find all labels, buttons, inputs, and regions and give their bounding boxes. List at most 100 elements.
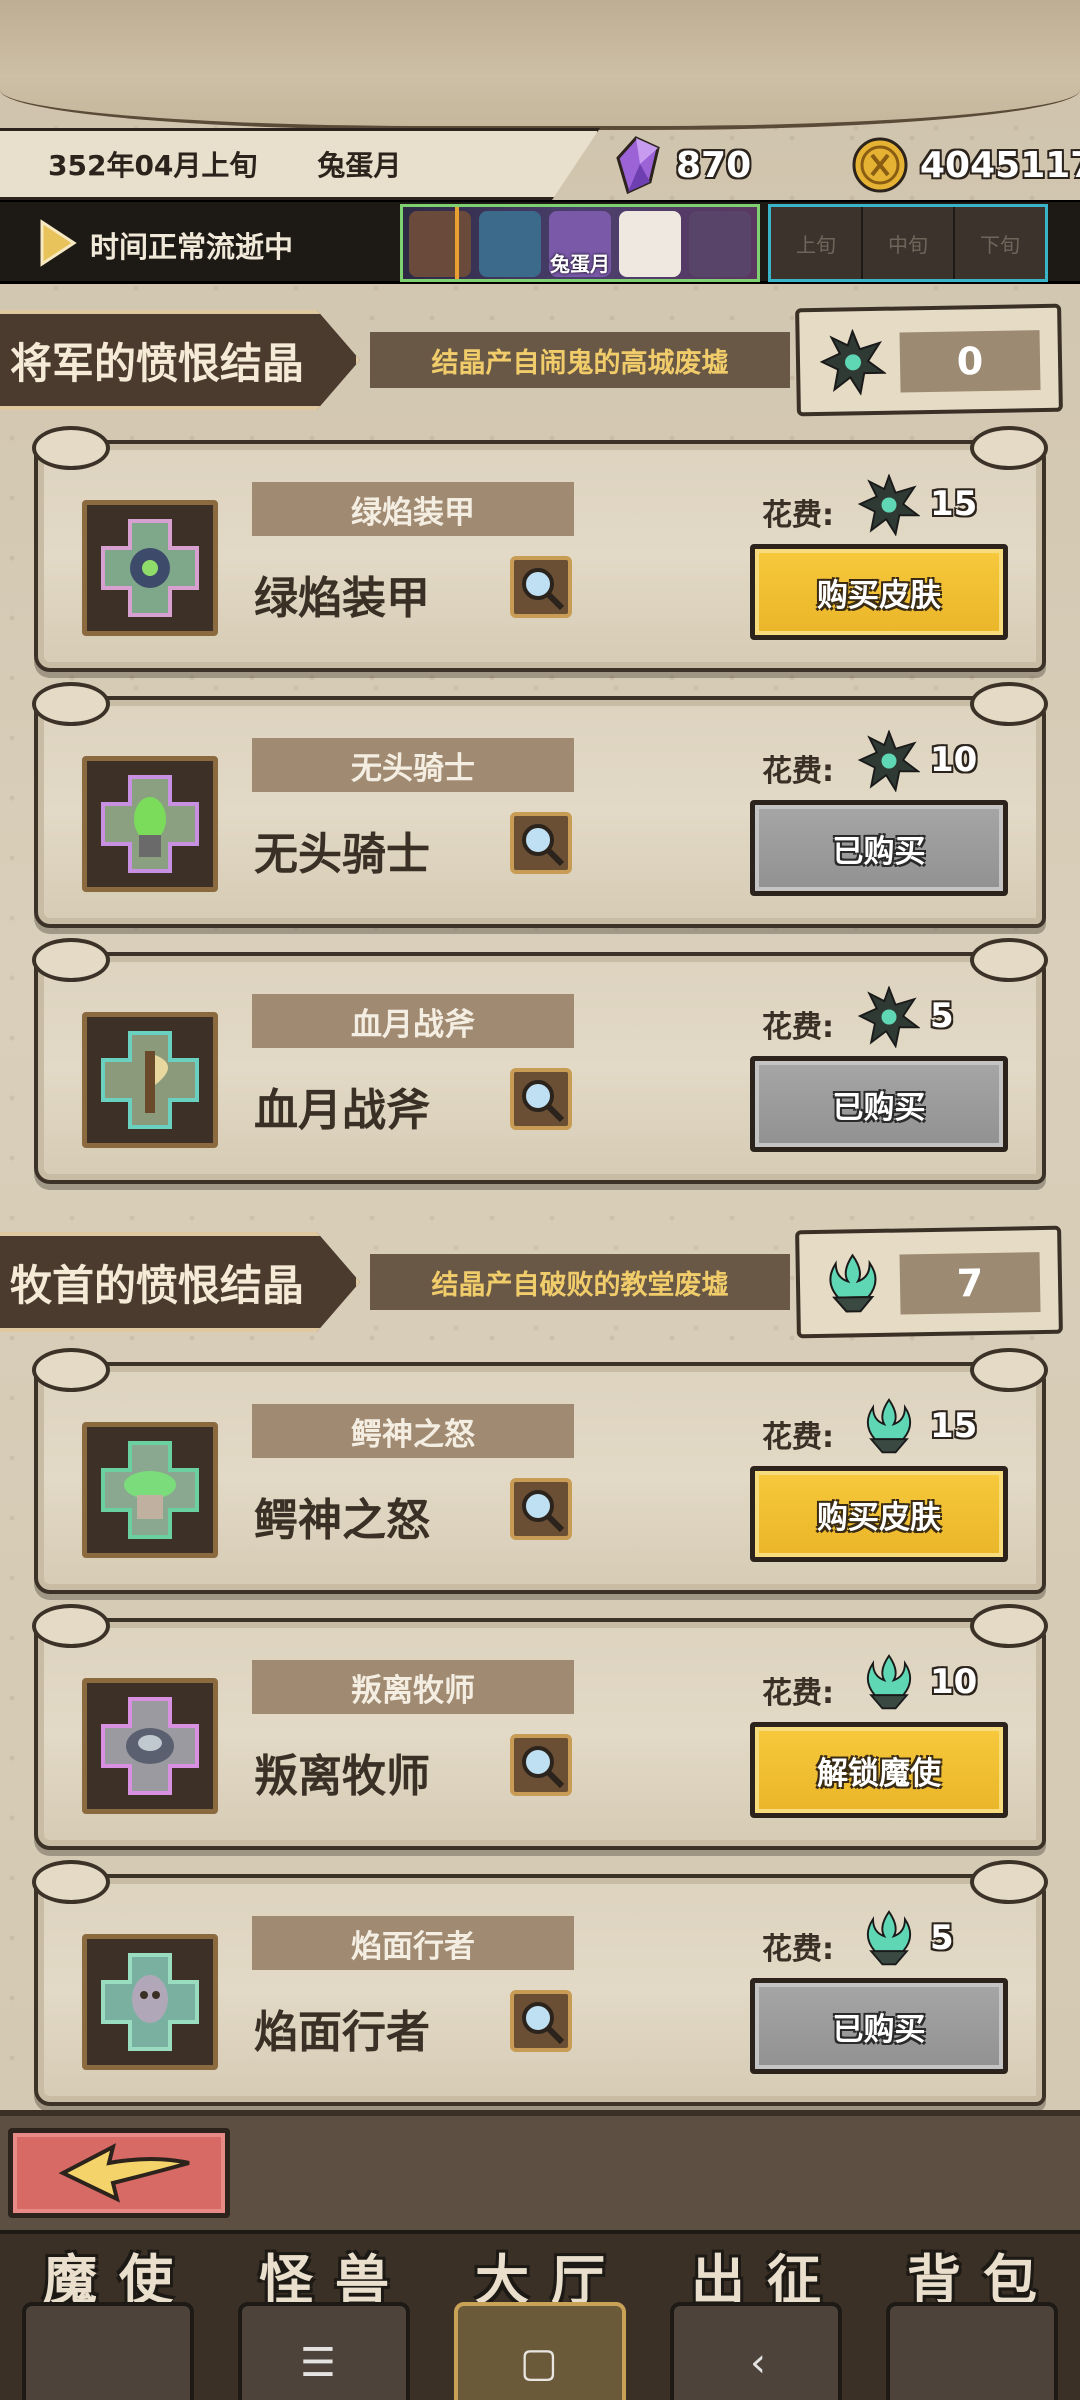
shop-page: 352年04月上旬 兔蛋月 870 4045117 时间正常流逝中 兔蛋月 上旬… — [0, 0, 1080, 2400]
item-name: 血月战斧 — [254, 1085, 430, 1136]
nav-tab-expedition[interactable]: 出征 — [648, 2234, 864, 2400]
purchased-button[interactable]: 已购买 — [750, 800, 1008, 896]
date-text: 352年04月上旬 — [48, 149, 258, 182]
item-badge: 鳄神之怒 — [252, 1404, 574, 1458]
crystal-balance: 7 — [795, 1225, 1063, 1339]
section-patriarch-crystal: 牧首的愤恨结晶 结晶产自破败的教堂废墟 7 — [0, 1222, 1080, 1342]
period-late[interactable]: 下旬 — [955, 207, 1045, 279]
crocodile-wrath-icon — [101, 1441, 199, 1539]
section-subtitle: 结晶产自闹鬼的高城废墟 — [370, 332, 790, 388]
period-middle[interactable]: 中旬 — [863, 207, 955, 279]
preview-button[interactable] — [510, 1734, 572, 1796]
item-name: 叛离牧师 — [254, 1751, 430, 1802]
teal-flame-crystal-icon — [866, 1398, 912, 1454]
unlock-envoy-button[interactable]: 解锁魔使 — [750, 1722, 1008, 1818]
magnifier-icon — [522, 568, 565, 611]
section-title: 将军的愤恨结晶 — [0, 310, 360, 410]
date-banner: 352年04月上旬 兔蛋月 — [0, 128, 600, 200]
dark-spiky-crystal-icon — [858, 986, 920, 1048]
preview-button[interactable] — [510, 1068, 572, 1130]
preview-button[interactable] — [510, 812, 572, 874]
cost-label: 花费: — [762, 1676, 834, 1711]
item-frame — [82, 1422, 218, 1558]
magnifier-icon — [522, 1490, 565, 1533]
purchased-button[interactable]: 已购买 — [750, 1056, 1008, 1152]
item-name: 绿焰装甲 — [254, 573, 430, 624]
item-frame — [82, 1012, 218, 1148]
item-frame — [82, 756, 218, 892]
section-general-crystal: 将军的愤恨结晶 结晶产自闹鬼的高城废墟 0 — [0, 300, 1080, 420]
cost-label: 花费: — [762, 754, 834, 789]
cost-label: 花费: — [762, 1932, 834, 1967]
period-early[interactable]: 上旬 — [771, 207, 863, 279]
preview-button[interactable] — [510, 1990, 572, 2052]
backpack-icon — [886, 2302, 1058, 2400]
crystal-count: 0 — [899, 330, 1041, 393]
item-name: 焰面行者 — [254, 2007, 430, 2058]
crystal-balance: 0 — [795, 303, 1063, 417]
skull-icon — [22, 2302, 194, 2400]
nav-tab-envoy[interactable]: 魔使 — [0, 2234, 216, 2400]
cost-value: 5 — [930, 996, 954, 1036]
buy-skin-button[interactable]: 购买皮肤 — [750, 544, 1008, 640]
period-selector: 上旬 中旬 下旬 — [768, 204, 1048, 282]
nav-tab-lobby[interactable]: 大厅 — [432, 2234, 648, 2400]
item-frame — [82, 1678, 218, 1814]
gem-count: 870 — [676, 144, 752, 186]
item-badge: 绿焰装甲 — [252, 482, 574, 536]
crystal-count: 7 — [899, 1252, 1041, 1315]
cost-value: 5 — [930, 1918, 954, 1958]
item-name: 无头骑士 — [254, 829, 430, 880]
play-icon[interactable] — [38, 218, 78, 268]
preview-button[interactable] — [510, 1478, 572, 1540]
cost-value: 10 — [930, 1662, 978, 1702]
flame-face-walker-icon — [101, 1953, 199, 2051]
month-name: 兔蛋月 — [317, 149, 402, 182]
skin-card: 无头骑士 无头骑士 花费: 10 已购买 — [32, 682, 1048, 928]
month-portrait-strip[interactable]: 兔蛋月 — [400, 204, 760, 282]
preview-button[interactable] — [510, 556, 572, 618]
renegade-priest-icon — [101, 1697, 199, 1795]
gold-coin-icon — [852, 137, 908, 193]
cost-label: 花费: — [762, 1420, 834, 1455]
item-badge: 叛离牧师 — [252, 1660, 574, 1714]
section-title: 牧首的愤恨结晶 — [0, 1232, 360, 1332]
skin-card: 叛离牧师 叛离牧师 花费: 10 解锁魔使 — [32, 1604, 1048, 1850]
dark-spiky-crystal-icon — [819, 328, 887, 396]
magnifier-icon — [522, 2002, 565, 2045]
skin-card: 鳄神之怒 鳄神之怒 花费: 15 购买皮肤 — [32, 1348, 1048, 1594]
dark-spiky-crystal-icon — [858, 474, 920, 536]
nav-tab-monster[interactable]: 怪兽 — [216, 2234, 432, 2400]
parchment-top — [0, 0, 1080, 130]
cost-label: 花费: — [762, 498, 834, 533]
coin-count: 4045117 — [920, 144, 1080, 186]
magnifier-icon — [522, 824, 565, 867]
nav-tab-backpack[interactable]: 背包 — [864, 2234, 1080, 2400]
magnifier-icon — [522, 1080, 565, 1123]
teal-flame-crystal-icon — [866, 1654, 912, 1710]
magnifier-icon — [522, 1746, 565, 1789]
gem-counter[interactable]: 870 — [610, 130, 751, 200]
cost-label: 花费: — [762, 1010, 834, 1045]
monster-icon — [238, 2302, 410, 2400]
back-button[interactable] — [8, 2128, 230, 2218]
coin-counter[interactable]: 4045117 — [850, 130, 1080, 200]
purchased-button[interactable]: 已购买 — [750, 1978, 1008, 2074]
buy-skin-button[interactable]: 购买皮肤 — [750, 1466, 1008, 1562]
expedition-icon — [670, 2302, 842, 2400]
teal-flame-crystal-icon — [829, 1253, 877, 1313]
cost-value: 15 — [930, 484, 978, 524]
month-strip-label: 兔蛋月 — [550, 252, 610, 276]
dark-spiky-crystal-icon — [858, 730, 920, 792]
section-subtitle: 结晶产自破败的教堂废墟 — [370, 1254, 790, 1310]
cost-value: 15 — [930, 1406, 978, 1446]
skin-card: 血月战斧 血月战斧 花费: 5 已购买 — [32, 938, 1048, 1184]
skin-card: 绿焰装甲 绿焰装甲 花费: 15 购买皮肤 — [32, 426, 1048, 672]
item-badge: 焰面行者 — [252, 1916, 574, 1970]
item-name: 鳄神之怒 — [254, 1495, 430, 1546]
green-armor-icon — [101, 519, 199, 617]
item-frame — [82, 500, 218, 636]
time-status-text: 时间正常流逝中 — [90, 230, 294, 264]
item-badge: 血月战斧 — [252, 994, 574, 1048]
item-frame — [82, 1934, 218, 2070]
